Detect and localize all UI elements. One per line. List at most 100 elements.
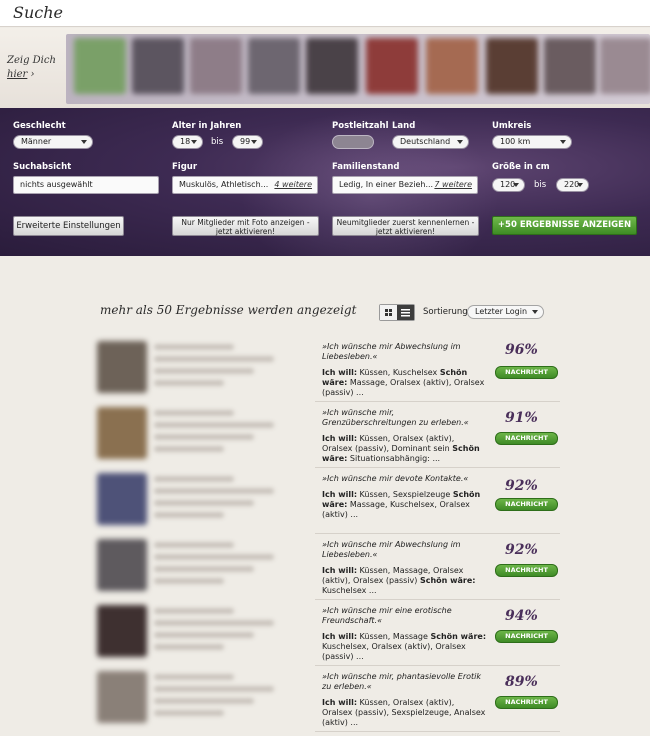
member-details <box>154 632 254 638</box>
wants-label: Ich will: <box>322 698 358 707</box>
message-button[interactable]: NACHRICHT <box>495 564 558 577</box>
show-results-button[interactable]: +50 ERGEBNISSE ANZEIGEN <box>492 216 637 235</box>
chevron-down-icon <box>560 140 566 144</box>
age-bis-label: bis <box>211 137 224 147</box>
message-button[interactable]: NACHRICHT <box>495 432 558 445</box>
age-min-select[interactable]: 18 <box>172 135 203 149</box>
match-percentage: 89% <box>505 674 538 690</box>
advanced-settings-button[interactable]: Erweiterte Einstellungen <box>13 216 124 236</box>
result-row[interactable]: »Ich wünsche mir, phantasievolle Erotik … <box>92 666 560 732</box>
result-row[interactable]: »Ich wünsche mir Abwechslung im Liebesle… <box>92 336 560 402</box>
show-yourself-line1[interactable]: Zeig Dich <box>7 54 56 68</box>
member-photo[interactable] <box>190 38 242 94</box>
radius-label: Umkreis <box>492 121 532 131</box>
photo-only-button[interactable]: Nur Mitglieder mit Foto anzeigen - jetzt… <box>172 216 319 236</box>
result-info: »Ich wünsche mir devote Kontakte.« Ich wi… <box>315 468 560 534</box>
member-details <box>154 620 274 626</box>
grid-view-button[interactable] <box>380 305 397 320</box>
list-view-button[interactable] <box>397 305 414 320</box>
match-percentage: 91% <box>505 410 538 426</box>
member-photo[interactable] <box>132 38 184 94</box>
member-details <box>154 644 224 650</box>
member-photo[interactable] <box>306 38 358 94</box>
results-count-heading: mehr als 50 Ergebnisse werden angezeigt <box>100 303 357 317</box>
wants-label: Ich will: <box>322 434 358 443</box>
height-min-select[interactable]: 120 <box>492 178 525 192</box>
intention-select[interactable]: nichts ausgewählt <box>13 176 159 194</box>
member-thumbnail[interactable] <box>97 539 147 591</box>
member-details <box>154 578 224 584</box>
member-photo[interactable] <box>366 38 418 94</box>
member-details <box>154 512 224 518</box>
chevron-down-icon <box>191 140 197 144</box>
result-row[interactable]: »Ich wünsche mir eine erotische Freundsc… <box>92 600 560 666</box>
intention-select-value: nichts ausgewählt <box>20 180 93 189</box>
member-photo[interactable] <box>74 38 126 94</box>
member-photo[interactable] <box>248 38 300 94</box>
wants-text: Küssen, Sexspielzeuge <box>357 490 453 499</box>
message-button[interactable]: NACHRICHT <box>495 630 558 643</box>
age-max-select[interactable]: 99 <box>232 135 263 149</box>
member-photo[interactable] <box>600 38 650 94</box>
show-yourself-link[interactable]: Zeig Dich hier › <box>7 54 56 82</box>
member-quote: »Ich wünsche mir Abwechslung im Liebesle… <box>322 342 461 361</box>
result-row[interactable]: »Ich wünsche mir, Grenzüberschreitungen … <box>92 402 560 468</box>
country-select[interactable]: Deutschland <box>392 135 469 149</box>
member-name[interactable] <box>154 410 234 416</box>
nice-text: Kuschelsex, Oralsex (aktiv), Oralsex (pa… <box>322 642 466 661</box>
member-details <box>154 500 254 506</box>
new-members-first-button[interactable]: Neumitglieder zuerst kennenlernen - jetz… <box>332 216 479 236</box>
member-thumbnail[interactable] <box>97 671 147 723</box>
result-info: »Ich wünsche mir eine erotische Freundsc… <box>315 600 560 666</box>
member-photo[interactable] <box>426 38 478 94</box>
result-row[interactable]: »Ich wünsche mir devote Kontakte.« Ich wi… <box>92 468 560 534</box>
member-details <box>154 554 274 560</box>
result-info: »Ich wünsche mir Abwechslung im Liebesle… <box>315 534 560 600</box>
show-yourself-line2[interactable]: hier <box>7 69 27 80</box>
chevron-down-icon <box>513 183 519 187</box>
match-percentage: 92% <box>505 542 538 558</box>
member-details <box>154 422 274 428</box>
wants-label: Ich will: <box>322 490 358 499</box>
message-button[interactable]: NACHRICHT <box>495 498 558 511</box>
member-photo-strip: Zeig Dich hier › <box>0 28 650 108</box>
member-name[interactable] <box>154 542 234 548</box>
figure-select[interactable]: Muskulös, Athletisch... 4 weitere <box>172 176 318 194</box>
member-name[interactable] <box>154 344 234 350</box>
member-quote: »Ich wünsche mir eine erotische Freundsc… <box>322 606 452 625</box>
member-quote: »Ich wünsche mir, Grenzüberschreitungen … <box>322 408 469 427</box>
result-row[interactable]: »Ich wünsche mir Abwechslung im Liebesle… <box>92 534 560 600</box>
message-button[interactable]: NACHRICHT <box>495 366 558 379</box>
marital-status-select[interactable]: Ledig, In einer Bezieh... 7 weitere <box>332 176 478 194</box>
member-thumbnail[interactable] <box>97 473 147 525</box>
figure-more-link[interactable]: 4 weitere <box>274 177 312 193</box>
member-thumbnail[interactable] <box>97 407 147 459</box>
chevron-down-icon <box>81 140 87 144</box>
member-name[interactable] <box>154 674 234 680</box>
message-button[interactable]: NACHRICHT <box>495 696 558 709</box>
age-label: Alter in Jahren <box>172 121 242 131</box>
page-header: Suche <box>0 0 650 27</box>
gender-label: Geschlecht <box>13 121 66 131</box>
chevron-down-icon <box>532 310 538 314</box>
photo-only-button-line1: Nur Mitglieder mit Foto anzeigen - <box>181 218 310 227</box>
gender-select[interactable]: Männer <box>13 135 93 149</box>
figure-select-value: Muskulös, Athletisch... <box>179 180 269 189</box>
postal-code-input[interactable] <box>332 135 374 149</box>
radius-select[interactable]: 100 km <box>492 135 572 149</box>
country-label: Land <box>392 121 416 131</box>
new-members-button-line1: Neumitglieder zuerst kennenlernen - <box>336 218 475 227</box>
age-max-value: 99 <box>240 137 251 146</box>
member-name[interactable] <box>154 476 234 482</box>
member-photo[interactable] <box>486 38 538 94</box>
member-name[interactable] <box>154 608 234 614</box>
marital-status-more-link[interactable]: 7 weitere <box>434 177 472 193</box>
photo-only-button-line2: jetzt aktivieren! <box>215 227 276 236</box>
sort-select[interactable]: Letzter Login <box>467 305 544 319</box>
height-max-select[interactable]: 220 <box>556 178 589 192</box>
member-quote: »Ich wünsche mir, phantasievolle Erotik … <box>322 672 481 691</box>
member-photo[interactable] <box>544 38 596 94</box>
member-thumbnail[interactable] <box>97 341 147 393</box>
member-thumbnail[interactable] <box>97 605 147 657</box>
match-percentage: 96% <box>505 342 538 358</box>
